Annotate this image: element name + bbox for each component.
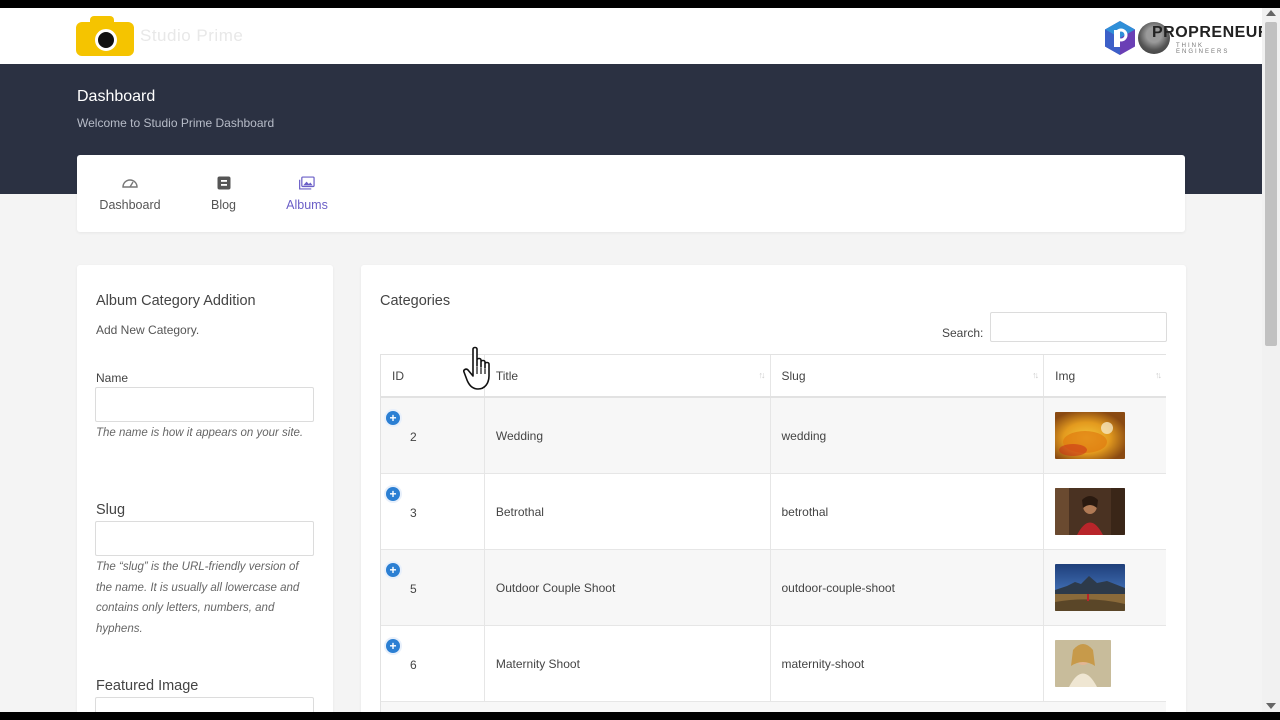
column-header-img[interactable]: Img ↑↓ [1044,355,1166,396]
hexagon-logo-icon [1105,21,1135,55]
row-id: 6 [410,657,417,672]
camera-lens-icon [95,29,117,51]
blog-icon [216,175,232,191]
name-label: Name [96,371,129,385]
table-row[interactable]: +3 Betrothal betrothal [381,474,1166,550]
search-label: Search: [942,326,984,340]
name-input[interactable] [95,387,314,422]
categories-card: Categories Search: ID Title ↑↓ Slug ↑↓ Img… [361,265,1186,712]
betrothal-thumbnail [1055,488,1126,535]
row-id: 2 [410,429,417,444]
logo-text: Studio Prime [140,26,244,45]
albums-icon [299,175,315,191]
row-slug: wedding [781,428,827,443]
wedding-thumbnail [1055,412,1126,459]
scroll-down-arrow-icon[interactable] [1266,703,1276,709]
brand-text: PROPRENEUR [1152,24,1262,41]
search-input[interactable] [990,312,1167,342]
slug-input[interactable] [95,521,314,556]
scrollbar-thumb[interactable] [1265,22,1277,346]
row-title: Outdoor Couple Shoot [495,580,616,595]
form-title: Album Category Addition [96,293,256,309]
column-header-label: Img [1055,368,1076,383]
nav-item-dashboard[interactable]: Dashboard [99,155,161,232]
categories-title: Categories [380,293,451,309]
page-title: Dashboard [77,88,156,105]
row-title: Maternity Shoot [495,656,580,671]
nav-item-label: Albums [286,198,328,212]
row-id: 5 [410,581,417,596]
nav-item-label: Blog [210,198,237,212]
sort-icon: ↑↓ [758,370,766,380]
name-help-text: The name is how it appears on your site. [96,427,304,439]
slug-help-text: The “slug” is the URL-friendly version o… [96,561,300,635]
page-scrollbar[interactable] [1262,8,1280,712]
table-header: ID Title ↑↓ Slug ↑↓ Img ↑↓ [381,355,1166,398]
expand-row-icon[interactable]: + [386,639,400,653]
column-header-slug[interactable]: Slug ↑↓ [771,355,1045,396]
expand-row-icon[interactable]: + [386,411,400,425]
brand-subtext: THINK ENGINEERS [1176,43,1230,55]
row-title: Wedding [495,428,544,443]
scroll-up-arrow-icon[interactable] [1266,10,1276,16]
maternity-shoot-thumbnail [1055,640,1112,687]
column-header-label: Slug [781,368,806,383]
featured-image-label: Featured Image [96,678,199,694]
categories-table: ID Title ↑↓ Slug ↑↓ Img ↑↓ +2 Wedding weddi… [380,354,1166,712]
column-header-label: Title [495,368,519,383]
expand-row-icon[interactable]: + [386,487,400,501]
row-title: Betrothal [495,504,544,519]
nav-item-albums[interactable]: Albums [284,155,330,232]
row-slug: betrothal [781,504,829,519]
studio-logo[interactable] [76,16,134,56]
table-row[interactable] [381,702,1166,712]
outdoor-couple-shoot-thumbnail [1055,564,1126,611]
nav-item-blog[interactable]: Blog [207,155,240,232]
form-subtitle: Add New Category. [96,323,200,337]
featured-image-input[interactable] [95,697,314,712]
column-header-title[interactable]: Title ↑↓ [485,355,771,396]
sort-icon: ↑↓ [1154,370,1162,380]
album-category-form: Album Category Addition Add New Category… [77,265,333,712]
row-slug: maternity-shoot [781,656,865,671]
sort-icon: ↑↓ [1032,370,1039,380]
column-header-label: ID [392,368,404,383]
nav-card: Dashboard Blog Albums [77,155,1185,232]
slug-label: Slug [96,502,126,518]
row-slug: outdoor-couple-shoot [781,580,895,595]
propreneur-watermark: PROPRENEUR THINK ENGINEERS [1102,18,1262,58]
nav-item-label: Dashboard [99,198,161,212]
top-bar: Studio Prime PROPRENEUR THINK ENGINEERS [0,8,1262,64]
expand-row-icon[interactable]: + [386,563,400,577]
table-row[interactable]: +2 Wedding wedding [381,398,1166,474]
table-row[interactable]: +6 Maternity Shoot maternity-shoot [381,626,1166,702]
dashboard-icon [122,175,138,191]
column-header-id[interactable]: ID [381,355,485,396]
page-subtitle: Welcome to Studio Prime Dashboard [77,116,275,130]
table-row[interactable]: +5 Outdoor Couple Shoot outdoor-couple-s… [381,550,1166,626]
browser-viewport: Studio Prime PROPRENEUR THINK ENGINEERS … [0,8,1262,712]
row-id: 3 [410,505,417,520]
